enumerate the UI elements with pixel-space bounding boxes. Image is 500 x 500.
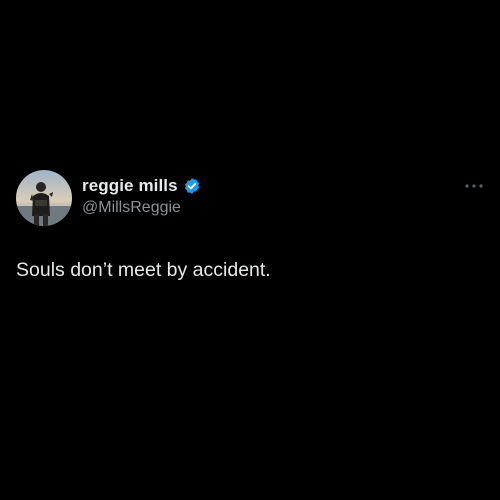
more-options-icon <box>465 184 483 188</box>
tweet-text: Souls don’t meet by accident. <box>16 259 271 281</box>
avatar[interactable] <box>16 170 72 226</box>
tweet-card[interactable]: reggie mills @MillsReggie Souls don’t me… <box>16 170 486 310</box>
verified-badge-icon <box>183 177 201 195</box>
author-handle[interactable]: @MillsReggie <box>82 199 181 217</box>
more-options-button[interactable] <box>460 176 488 196</box>
author-name-row[interactable]: reggie mills <box>82 175 201 197</box>
tweet-screenshot: reggie mills @MillsReggie Souls don’t me… <box>0 0 500 500</box>
display-name[interactable]: reggie mills <box>82 176 178 196</box>
avatar-photo <box>16 170 72 226</box>
